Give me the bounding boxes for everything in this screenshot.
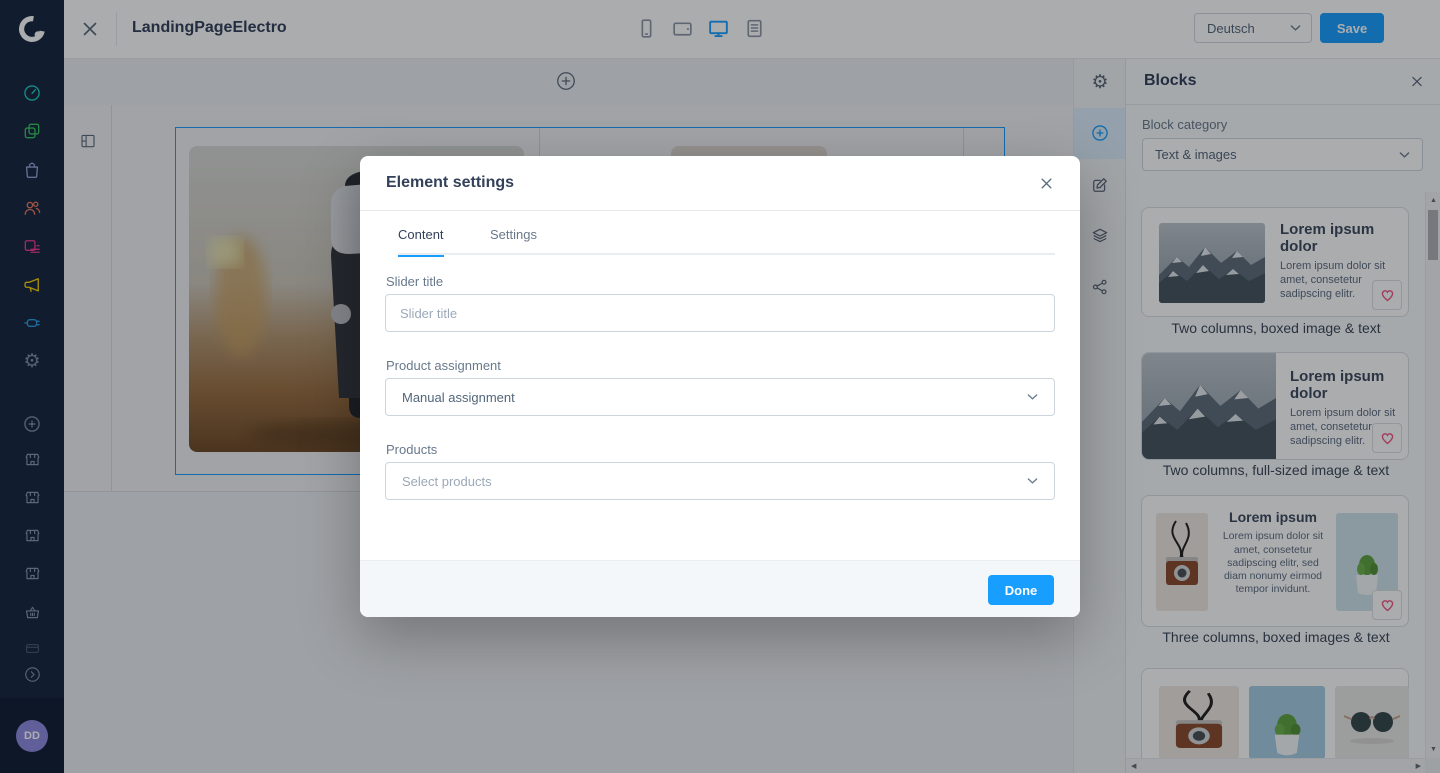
tab-content[interactable]: Content xyxy=(398,227,444,257)
modal-close-button[interactable] xyxy=(1039,176,1054,191)
modal-footer: Done xyxy=(360,560,1080,617)
product-assignment-label: Product assignment xyxy=(386,358,501,373)
products-placeholder: Select products xyxy=(402,474,492,489)
chevron-down-icon xyxy=(1027,393,1038,401)
close-icon xyxy=(1039,176,1054,191)
modal-header: Element settings xyxy=(360,156,1080,211)
element-settings-modal: Element settings Content Settings Slider… xyxy=(360,156,1080,617)
tab-settings[interactable]: Settings xyxy=(490,227,537,255)
product-assignment-value: Manual assignment xyxy=(402,390,515,405)
products-select[interactable]: Select products xyxy=(385,462,1055,500)
cms-editor-screen: LandingPageElectro Deutsch Save xyxy=(0,0,1440,773)
modal-title: Element settings xyxy=(386,174,514,192)
modal-tabs: Content Settings xyxy=(360,211,1080,255)
chevron-down-icon xyxy=(1027,477,1038,485)
products-label: Products xyxy=(386,442,437,457)
done-button[interactable]: Done xyxy=(988,575,1054,605)
product-assignment-select[interactable]: Manual assignment xyxy=(385,378,1055,416)
slider-title-input[interactable] xyxy=(385,294,1055,332)
slider-title-label: Slider title xyxy=(386,274,443,289)
